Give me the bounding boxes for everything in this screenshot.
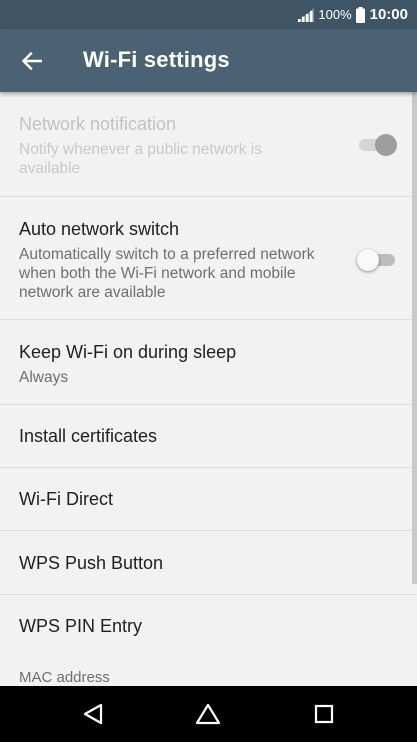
auto-network-switch-title: Auto network switch: [19, 219, 180, 239]
page-title: Wi-Fi settings: [83, 47, 230, 72]
keep-wifi-on-title: Keep Wi-Fi on during sleep: [19, 342, 237, 362]
auto-network-switch-row[interactable]: Auto network switch Automatically switch…: [0, 197, 417, 320]
signal-icon: [297, 7, 315, 22]
navigation-bar: [0, 686, 417, 742]
status-clock: 10:00: [369, 6, 408, 23]
recents-icon[interactable]: [310, 700, 338, 728]
wps-push-button-title: WPS Push Button: [19, 553, 164, 573]
keep-wifi-on-row[interactable]: Keep Wi-Fi on during sleep Always: [0, 320, 417, 405]
network-notification-summary: Notify whenever a public network is avai…: [19, 141, 262, 177]
keep-wifi-on-summary: Always: [19, 369, 69, 386]
auto-network-switch-toggle[interactable]: [357, 247, 395, 271]
toggle-thumb: [375, 134, 397, 156]
wifi-direct-title: Wi-Fi Direct: [19, 489, 113, 509]
battery-percent: 100%: [318, 7, 352, 22]
home-icon[interactable]: [194, 700, 222, 728]
battery-icon: [355, 6, 365, 23]
wifi-direct-row[interactable]: Wi-Fi Direct: [0, 468, 417, 531]
network-notification-toggle: [359, 132, 397, 156]
back-button[interactable]: [15, 44, 49, 78]
back-arrow-icon: [22, 52, 42, 70]
mac-address-row: MAC address: [0, 658, 417, 686]
network-notification-row: Network notification Notify whenever a p…: [0, 92, 417, 197]
mac-address-label: MAC address: [19, 669, 110, 686]
back-triangle-icon[interactable]: [79, 700, 107, 728]
status-bar: 100% 10:00: [0, 0, 417, 29]
auto-network-switch-summary: Automatically switch to a preferred netw…: [19, 246, 315, 301]
wps-push-button-row[interactable]: WPS Push Button: [0, 531, 417, 595]
install-certificates-title: Install certificates: [19, 426, 158, 446]
wps-pin-entry-title: WPS PIN Entry: [19, 616, 143, 636]
app-bar: Wi-Fi settings: [0, 29, 417, 92]
settings-list: Network notification Notify whenever a p…: [0, 92, 417, 686]
toggle-thumb: [357, 249, 379, 271]
scrollbar[interactable]: [412, 92, 417, 584]
wps-pin-entry-row[interactable]: WPS PIN Entry: [0, 595, 417, 658]
network-notification-title: Network notification: [19, 114, 177, 134]
install-certificates-row[interactable]: Install certificates: [0, 405, 417, 468]
